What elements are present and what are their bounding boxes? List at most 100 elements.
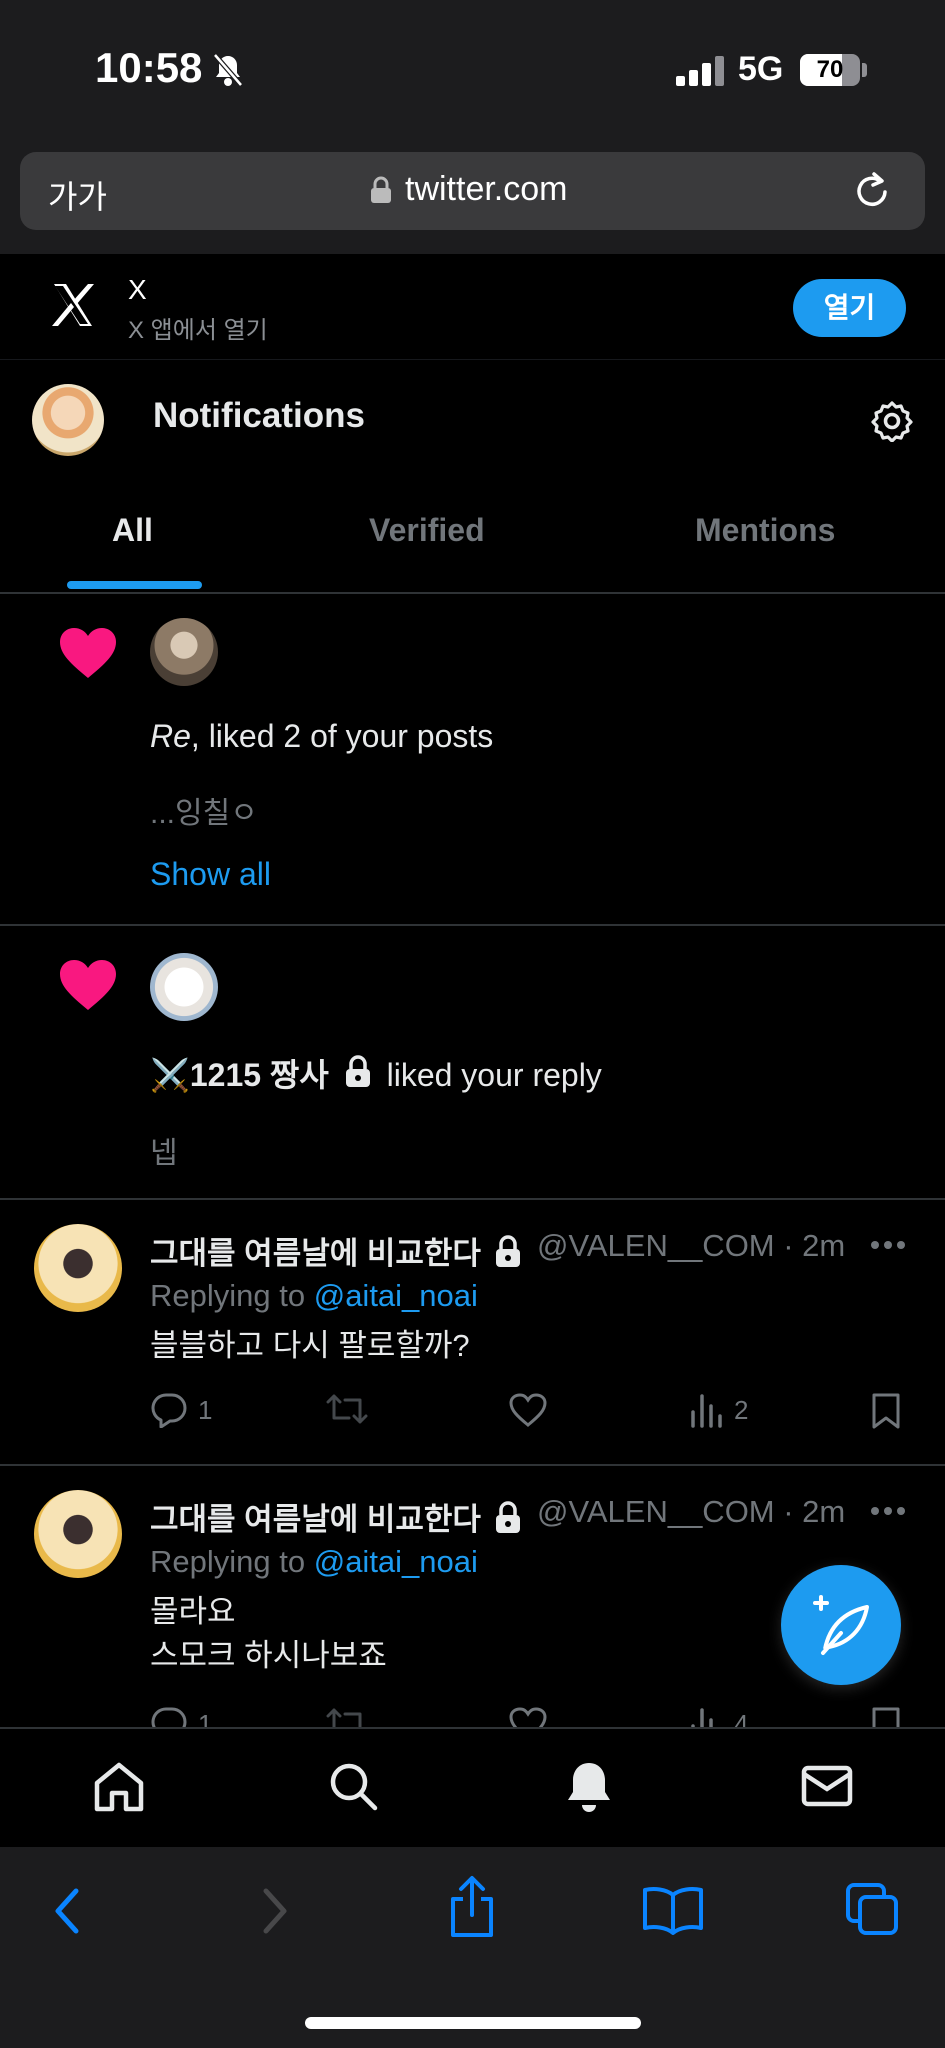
back-icon[interactable] <box>48 1883 88 1939</box>
tweet-author-display-name[interactable]: 그대를 여름날에 비교한다 <box>150 1502 481 1537</box>
bottom-navigation <box>0 1727 945 1847</box>
like-button[interactable] <box>508 1706 548 1727</box>
signal-icon <box>676 56 724 86</box>
more-options-icon[interactable] <box>870 1240 906 1250</box>
tweet-actions: 1 2 <box>150 1392 910 1436</box>
forward-icon[interactable] <box>254 1883 294 1939</box>
show-all-link[interactable]: Show all <box>150 856 271 893</box>
like-notification[interactable]: Re, liked 2 of your posts ...잉칠ㅇ Show al… <box>0 596 945 926</box>
replying-to-mention[interactable]: @aitai_noai <box>314 1544 478 1579</box>
home-indicator <box>305 2017 641 2029</box>
tweet-author-avatar[interactable] <box>34 1224 122 1312</box>
notification-action: , liked 2 of your posts <box>190 718 494 754</box>
tab-verified[interactable]: Verified <box>369 512 485 549</box>
tweet-author-avatar[interactable] <box>34 1490 122 1578</box>
notifications-bell-icon[interactable] <box>562 1759 616 1815</box>
x-logo-icon <box>40 272 106 338</box>
protected-lock-icon <box>495 1501 520 1533</box>
open-in-app-banner: X X 앱에서 열기 열기 <box>0 254 945 360</box>
reply-icon <box>151 1393 187 1428</box>
banner-app-name: X <box>128 274 147 305</box>
notifications-header: Notifications <box>0 360 945 470</box>
heart-outline-icon <box>509 1393 547 1427</box>
battery-icon: 70 <box>800 54 860 86</box>
analytics-icon <box>691 1394 722 1428</box>
notification-actor[interactable]: Re <box>150 718 191 754</box>
protected-lock-icon <box>345 1055 370 1087</box>
notification-action: liked your reply <box>386 1057 602 1093</box>
replying-to-label: Replying to <box>150 1278 314 1313</box>
compose-button[interactable] <box>781 1565 901 1685</box>
tweet-body: 블블하고 다시 팔로할까? <box>150 1324 470 1368</box>
text-size-button[interactable]: 가가 <box>48 172 107 218</box>
user-avatar[interactable] <box>150 953 218 1021</box>
open-app-button[interactable]: 열기 <box>793 279 906 337</box>
views-button[interactable]: 2 <box>690 1392 748 1428</box>
bookmark-button[interactable] <box>870 1706 902 1727</box>
notification-actor[interactable]: ⚔️1215 짱사 <box>150 1057 329 1093</box>
network-type: 5G <box>738 50 784 88</box>
replying-to: Replying to @aitai_noai <box>150 1544 478 1580</box>
notification-text: ⚔️1215 짱사 liked your reply <box>150 1050 602 1096</box>
notification-tabs: All Verified Mentions <box>0 470 945 594</box>
tweet-body: 몰라요 스모크 하시나보죠 <box>150 1590 387 1678</box>
like-button[interactable] <box>508 1392 548 1428</box>
tab-mentions[interactable]: Mentions <box>695 512 835 549</box>
retweet-icon <box>326 1708 362 1727</box>
retweet-button[interactable] <box>325 1392 369 1426</box>
reload-icon[interactable] <box>852 170 892 212</box>
browser-address-area: 가가 twitter.com <box>0 140 945 254</box>
bookmark-icon <box>872 1393 900 1429</box>
tweet-handle-time: @VALEN__COM · 2m <box>537 1494 846 1529</box>
tweet-author-name[interactable]: 그대를 여름날에 비교한다 <box>150 1228 522 1273</box>
active-tab-indicator <box>67 581 202 589</box>
reply-button[interactable]: 1 <box>150 1392 212 1428</box>
notification-snippet: 넵 <box>150 1137 178 1170</box>
tweet-body-line: 블블하고 다시 팔로할까? <box>150 1328 470 1363</box>
tweet-body-line: 몰라요 <box>150 1594 236 1629</box>
retweet-button[interactable] <box>325 1706 369 1727</box>
replying-to: Replying to @aitai_noai <box>150 1278 478 1314</box>
protected-lock-icon <box>495 1235 520 1267</box>
messages-icon[interactable] <box>800 1759 854 1813</box>
view-count: 4 <box>734 1708 749 1728</box>
bookmarks-icon[interactable] <box>642 1885 704 1935</box>
battery-tip <box>862 63 867 77</box>
status-bar: 10:58 5G 70 <box>0 0 945 140</box>
reply-button[interactable]: 1 <box>150 1706 212 1727</box>
silent-mode-icon <box>213 53 243 87</box>
search-icon[interactable] <box>326 1759 380 1813</box>
notification-text: Re, liked 2 of your posts <box>150 718 493 755</box>
tab-all[interactable]: All <box>112 512 153 549</box>
share-icon[interactable] <box>446 1875 498 1939</box>
tweet-author-name[interactable]: 그대를 여름날에 비교한다 <box>150 1494 522 1539</box>
retweet-icon <box>326 1394 368 1424</box>
reply-tweet[interactable]: 그대를 여름날에 비교한다 @VALEN__COM · 2m Replying … <box>0 1200 945 1466</box>
like-notification[interactable]: ⚔️1215 짱사 liked your reply 넵 <box>0 926 945 1200</box>
analytics-icon <box>691 1708 713 1727</box>
url-text[interactable]: twitter.com <box>405 170 567 209</box>
reply-count: 1 <box>198 1394 213 1425</box>
replying-to-mention[interactable]: @aitai_noai <box>314 1278 478 1313</box>
tweet-author-display-name[interactable]: 그대를 여름날에 비교한다 <box>150 1236 481 1271</box>
bookmark-icon <box>872 1707 900 1727</box>
heart-icon <box>60 960 116 1010</box>
tabs-icon[interactable] <box>844 1881 900 1937</box>
tweet-actions: 1 4 <box>150 1706 910 1727</box>
replying-to-label: Replying to <box>150 1544 314 1579</box>
views-button[interactable]: 4 <box>690 1706 748 1727</box>
bookmark-button[interactable] <box>870 1392 902 1430</box>
notification-snippet: ...잉칠ㅇ <box>150 797 258 830</box>
home-icon[interactable] <box>92 1759 146 1813</box>
tweet-body-line: 스모크 하시나보죠 <box>150 1638 387 1673</box>
battery-level: 70 <box>816 56 844 83</box>
gear-icon[interactable] <box>871 400 913 442</box>
user-avatar[interactable] <box>150 618 218 686</box>
address-bar[interactable]: 가가 twitter.com <box>20 152 925 230</box>
view-count: 2 <box>734 1394 749 1425</box>
compose-feather-icon <box>813 1595 869 1655</box>
page-title: Notifications <box>153 396 365 435</box>
profile-avatar[interactable] <box>32 384 104 456</box>
heart-icon <box>60 628 116 678</box>
more-options-icon[interactable] <box>870 1506 906 1516</box>
